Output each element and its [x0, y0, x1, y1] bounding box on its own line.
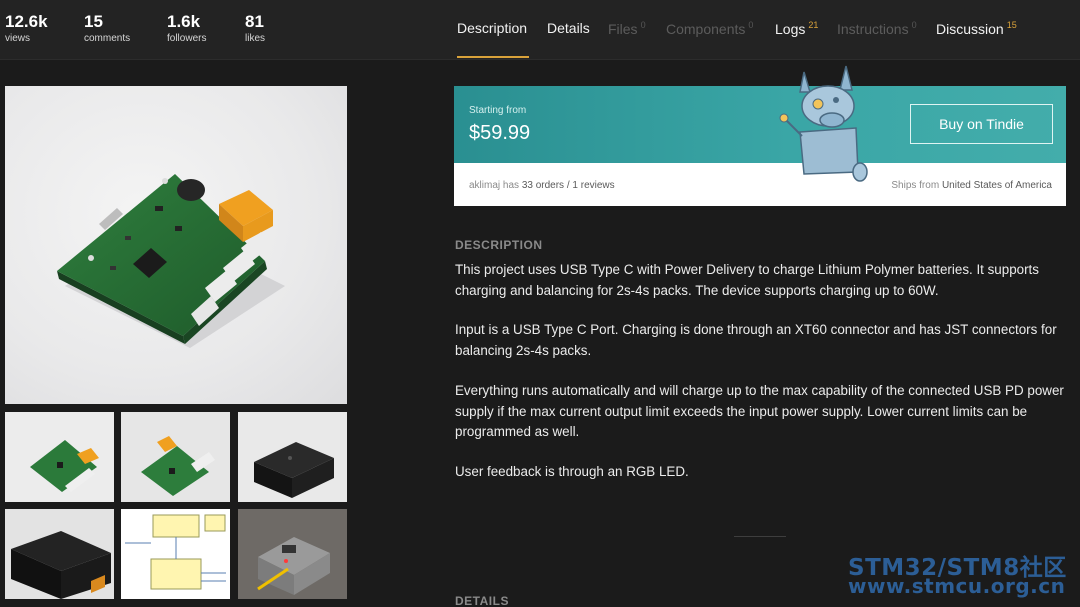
seller-orders: 33 orders / 1 reviews — [521, 180, 615, 191]
thumbnail-image — [141, 436, 215, 496]
stat-value: 1.6k — [167, 12, 201, 31]
thumbnail[interactable] — [5, 509, 114, 599]
tab-label: Components — [666, 21, 746, 37]
tab-discussion[interactable]: Discussion 15 — [936, 20, 1017, 37]
top-bar: 12.6k views 15 comments 1.6k followers 8… — [0, 0, 1080, 60]
watermark-line2: www.stmcu.org.cn — [848, 574, 1066, 598]
description-paragraph: Input is a USB Type C Port. Charging is … — [455, 322, 1057, 358]
buy-card: Starting from $59.99 Buy on Tindie aklim… — [454, 65, 1066, 206]
description-paragraph: Everything runs automatically and will c… — [455, 383, 1064, 439]
tab-description[interactable]: Description — [457, 20, 527, 36]
stat-comments[interactable]: 15 comments — [84, 12, 130, 46]
tab-count: 21 — [808, 20, 819, 30]
tab-components[interactable]: Components 0 — [666, 20, 753, 37]
stat-value: 15 — [84, 12, 103, 31]
tab-instructions[interactable]: Instructions 0 — [837, 20, 917, 37]
tab-label: Details — [547, 20, 590, 36]
tab-count: 0 — [748, 20, 754, 30]
stat-views: 12.6k views — [5, 12, 48, 46]
thumbnail[interactable] — [121, 412, 230, 502]
tab-files[interactable]: Files 0 — [608, 20, 646, 37]
tab-count: 15 — [1006, 20, 1017, 30]
tab-label: Discussion — [936, 21, 1004, 37]
stat-followers[interactable]: 1.6k followers — [167, 12, 206, 46]
tab-label: Files — [608, 21, 638, 37]
thumbnail[interactable] — [238, 509, 347, 599]
thumbnail-image — [257, 537, 330, 595]
seller-info: aklimaj has 33 orders / 1 reviews — [469, 180, 615, 191]
robot-dog-mascot-icon — [779, 65, 868, 182]
tab-logs[interactable]: Logs 21 — [775, 20, 818, 37]
buy-on-tindie-button[interactable]: Buy on Tindie — [910, 104, 1053, 144]
section-divider — [734, 536, 786, 537]
ships-from: Ships from United States of America — [891, 180, 1052, 191]
buy-banner: Starting from $59.99 Buy on Tindie — [454, 86, 1066, 163]
starting-from-label: Starting from — [469, 105, 527, 116]
ships-country: United States of America — [941, 180, 1052, 191]
description-paragraph: User feedback is through an RGB LED. — [455, 464, 689, 479]
seller-has: has — [502, 180, 520, 191]
thumbnail-image — [30, 440, 99, 492]
active-tab-indicator — [457, 56, 529, 58]
stat-label: views — [5, 33, 31, 44]
ships-label: Ships from — [891, 180, 940, 191]
stat-value: 12.6k — [5, 12, 48, 31]
thumbnail-image — [254, 442, 334, 498]
stat-label: comments — [84, 33, 131, 44]
thumbnail[interactable] — [238, 412, 347, 502]
pcb-board-image — [57, 174, 285, 348]
tab-label: Logs — [775, 21, 806, 37]
thumbnail-image — [125, 514, 226, 590]
description-heading: DESCRIPTION — [455, 238, 543, 252]
stat-label: followers — [167, 33, 207, 44]
price: $59.99 — [469, 122, 531, 144]
tab-details[interactable]: Details — [547, 20, 590, 36]
thumbnail-image — [11, 531, 111, 599]
details-heading: DETAILS — [455, 594, 509, 607]
seller-name[interactable]: aklimaj — [469, 180, 500, 191]
thumbnail[interactable] — [121, 509, 230, 599]
tab-count: 0 — [640, 20, 646, 30]
tab-label: Description — [457, 20, 528, 36]
stat-value: 81 — [245, 12, 264, 31]
stat-label: likes — [245, 33, 266, 44]
tab-count: 0 — [911, 20, 917, 30]
description-paragraph: This project uses USB Type C with Power … — [455, 262, 1039, 298]
thumbnail[interactable] — [5, 412, 114, 502]
tab-label: Instructions — [837, 21, 909, 37]
stat-likes[interactable]: 81 likes — [245, 12, 265, 46]
main-product-photo[interactable] — [5, 86, 347, 404]
